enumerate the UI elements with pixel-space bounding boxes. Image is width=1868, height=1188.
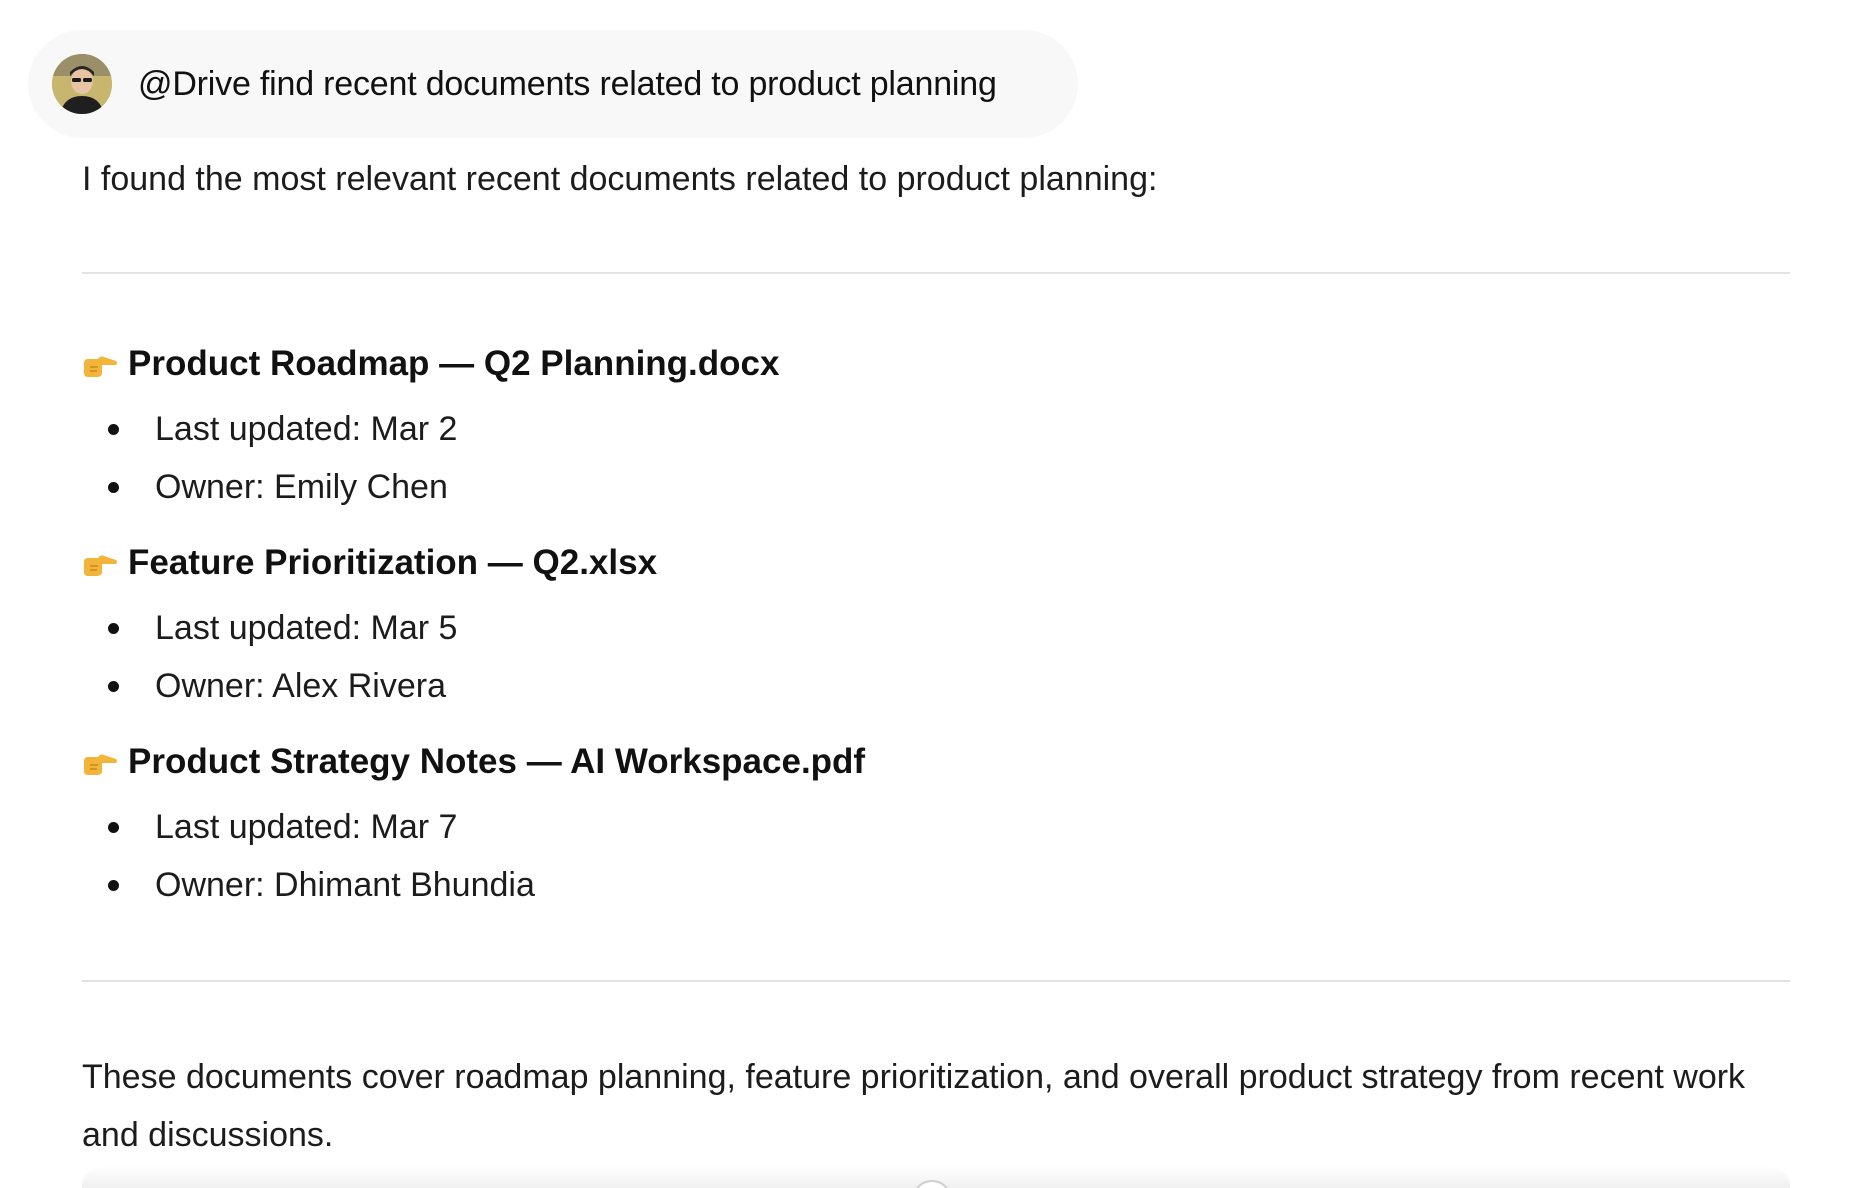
document-title-3[interactable]: Product Strategy Notes — AI Workspace.pd…: [82, 742, 865, 782]
bullet-icon: [108, 424, 119, 435]
list-item: Last updated: Mar 5: [108, 609, 457, 648]
list-item: Owner: Emily Chen: [108, 468, 448, 507]
bullet-icon: [108, 880, 119, 891]
response-summary: These documents cover roadmap planning, …: [82, 1058, 1746, 1154]
document-title-2[interactable]: Feature Prioritization — Q2.xlsx: [82, 543, 657, 583]
pointing-right-hand-icon: [84, 754, 117, 775]
owner-text: Owner: Dhimant Bhundia: [155, 866, 535, 904]
last-updated-text: Last updated: Mar 2: [155, 410, 458, 448]
bullet-icon: [108, 822, 119, 833]
divider-bottom: [82, 980, 1790, 982]
document-title-text: Feature Prioritization — Q2.xlsx: [128, 543, 658, 582]
user-avatar[interactable]: [52, 54, 112, 114]
user-message-text: @Drive find recent documents related to …: [138, 64, 997, 103]
owner-text: Owner: Alex Rivera: [155, 667, 446, 705]
avatar-photo-icon: [52, 54, 112, 114]
document-title-text: Product Roadmap — Q2 Planning.docx: [128, 344, 780, 383]
pointing-right-hand-icon: [84, 555, 117, 576]
response-intro: I found the most relevant recent documen…: [82, 160, 1158, 198]
list-item: Last updated: Mar 7: [108, 808, 457, 847]
list-item: Owner: Dhimant Bhundia: [108, 866, 535, 905]
list-item: Last updated: Mar 2: [108, 410, 457, 449]
document-title-1[interactable]: Product Roadmap — Q2 Planning.docx: [82, 344, 779, 384]
owner-text: Owner: Emily Chen: [155, 468, 448, 506]
pointing-right-hand-icon: [84, 356, 117, 377]
last-updated-text: Last updated: Mar 5: [155, 609, 458, 647]
document-title-text: Product Strategy Notes — AI Workspace.pd…: [128, 742, 866, 781]
bullet-icon: [108, 623, 119, 634]
bullet-icon: [108, 681, 119, 692]
user-message-bubble: @Drive find recent documents related to …: [28, 30, 1078, 138]
last-updated-text: Last updated: Mar 7: [155, 808, 458, 846]
bullet-icon: [108, 482, 119, 493]
divider-top: [82, 272, 1790, 274]
list-item: Owner: Alex Rivera: [108, 667, 446, 706]
